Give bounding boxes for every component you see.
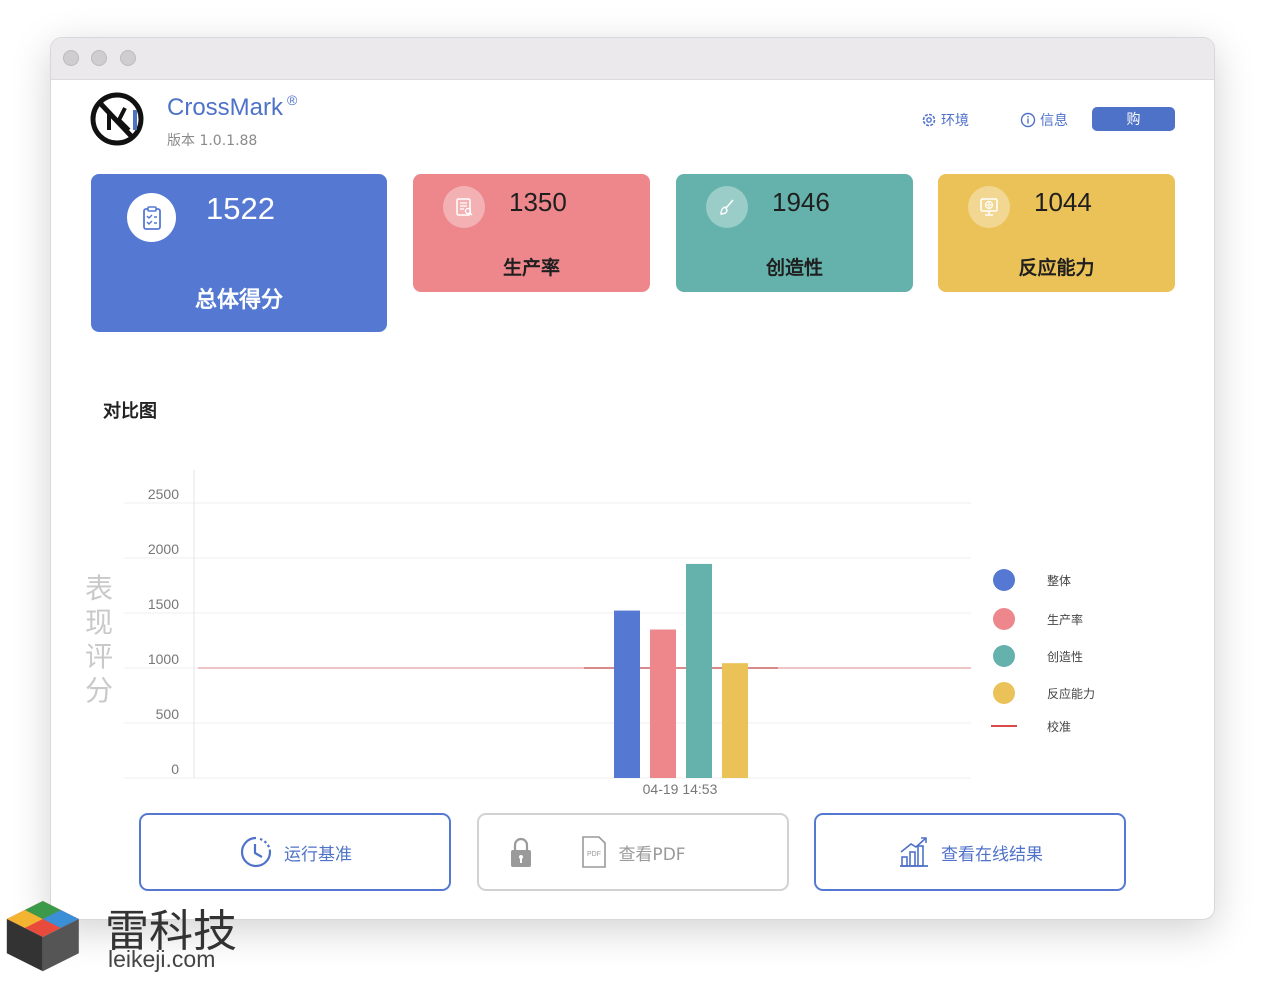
x-tick-label: 04-19 14:53 <box>643 781 718 797</box>
creativity-card: 1946 创造性 <box>676 174 913 292</box>
close-window-button[interactable] <box>63 50 79 66</box>
clock-icon <box>240 836 272 868</box>
comparison-chart: 表现评分 0 500 1000 1500 2000 2500 04-19 14:53 整体生产率… <box>85 470 1095 797</box>
zoom-window-button[interactable] <box>120 50 136 66</box>
y-axis-title-char: 评 <box>85 640 113 673</box>
legend-swatch <box>993 682 1015 704</box>
app-window: CrossMark ® 版本 1.0.1.88 环境 信息 购 1522 总体得分 <box>50 37 1215 920</box>
y-tick-label: 0 <box>171 761 179 777</box>
brush-icon <box>706 186 748 228</box>
clipboard-icon <box>127 193 176 242</box>
info-icon <box>1020 112 1036 128</box>
gear-icon <box>922 113 936 127</box>
crossmark-logo-icon <box>90 92 144 146</box>
bar-1 <box>614 610 640 778</box>
minimize-window-button[interactable] <box>91 50 107 66</box>
view-pdf-button[interactable]: PDF 查看PDF <box>477 813 789 891</box>
y-tick-label: 500 <box>156 706 180 722</box>
y-tick-label: 2500 <box>148 486 179 502</box>
y-axis-title-char: 分 <box>85 674 113 707</box>
legend-swatch <box>993 569 1015 591</box>
legend-label: 生产率 <box>1047 612 1083 627</box>
environment-link[interactable]: 环境 <box>921 110 969 130</box>
app-name: CrossMark ® <box>167 92 298 121</box>
bar-3 <box>686 563 712 778</box>
bar-2 <box>650 629 676 778</box>
y-axis-title-char: 表 <box>85 572 113 605</box>
creativity-label: 创造性 <box>765 257 823 279</box>
view-pdf-label: 查看PDF <box>618 844 686 865</box>
buy-button[interactable]: 购 <box>1092 107 1175 131</box>
app-version: 版本 1.0.1.88 <box>167 133 258 149</box>
responsiveness-card: 1044 反应能力 <box>938 174 1175 292</box>
creativity-score-value: 1946 <box>772 187 830 217</box>
legend-label: 创造性 <box>1047 650 1083 664</box>
legend-label: 整体 <box>1047 573 1071 588</box>
monitor-globe-icon <box>968 186 1010 228</box>
y-tick-label: 1000 <box>148 651 179 667</box>
responsiveness-score-value: 1044 <box>1034 187 1092 217</box>
section-title: 对比图 <box>103 401 157 422</box>
total-score-card: 1522 总体得分 <box>91 174 387 332</box>
lock-icon <box>511 837 531 867</box>
watermark-en-text: leikeji.com <box>108 946 216 972</box>
productivity-card: 1350 生产率 <box>413 174 650 292</box>
title-bar <box>51 38 1214 80</box>
leikeji-logo-icon <box>6 901 79 972</box>
y-axis-title-char: 现 <box>85 606 113 639</box>
run-benchmark-button[interactable]: 运行基准 <box>139 813 451 891</box>
view-online-results-label: 查看在线结果 <box>941 844 1043 865</box>
productivity-score-value: 1350 <box>509 187 567 217</box>
view-online-results-button[interactable]: 查看在线结果 <box>814 813 1126 891</box>
productivity-label: 生产率 <box>502 257 560 279</box>
y-tick-label: 1500 <box>148 596 179 612</box>
total-score-label: 总体得分 <box>194 288 283 313</box>
total-score-value: 1522 <box>206 191 275 226</box>
legend-swatch <box>993 645 1015 667</box>
run-benchmark-label: 运行基准 <box>284 844 352 865</box>
svg-text:PDF: PDF <box>587 851 601 858</box>
legend-label: 校准 <box>1047 719 1071 734</box>
legend-label: 反应能力 <box>1047 686 1095 701</box>
pdf-file-icon: PDF <box>582 836 607 868</box>
document-search-icon <box>443 186 485 228</box>
responsiveness-label: 反应能力 <box>1018 257 1095 279</box>
y-tick-label: 2000 <box>148 541 179 557</box>
info-link[interactable]: 信息 <box>1020 110 1068 130</box>
bar-4 <box>722 663 748 778</box>
legend-swatch <box>993 608 1015 630</box>
growth-chart-icon <box>900 837 928 867</box>
